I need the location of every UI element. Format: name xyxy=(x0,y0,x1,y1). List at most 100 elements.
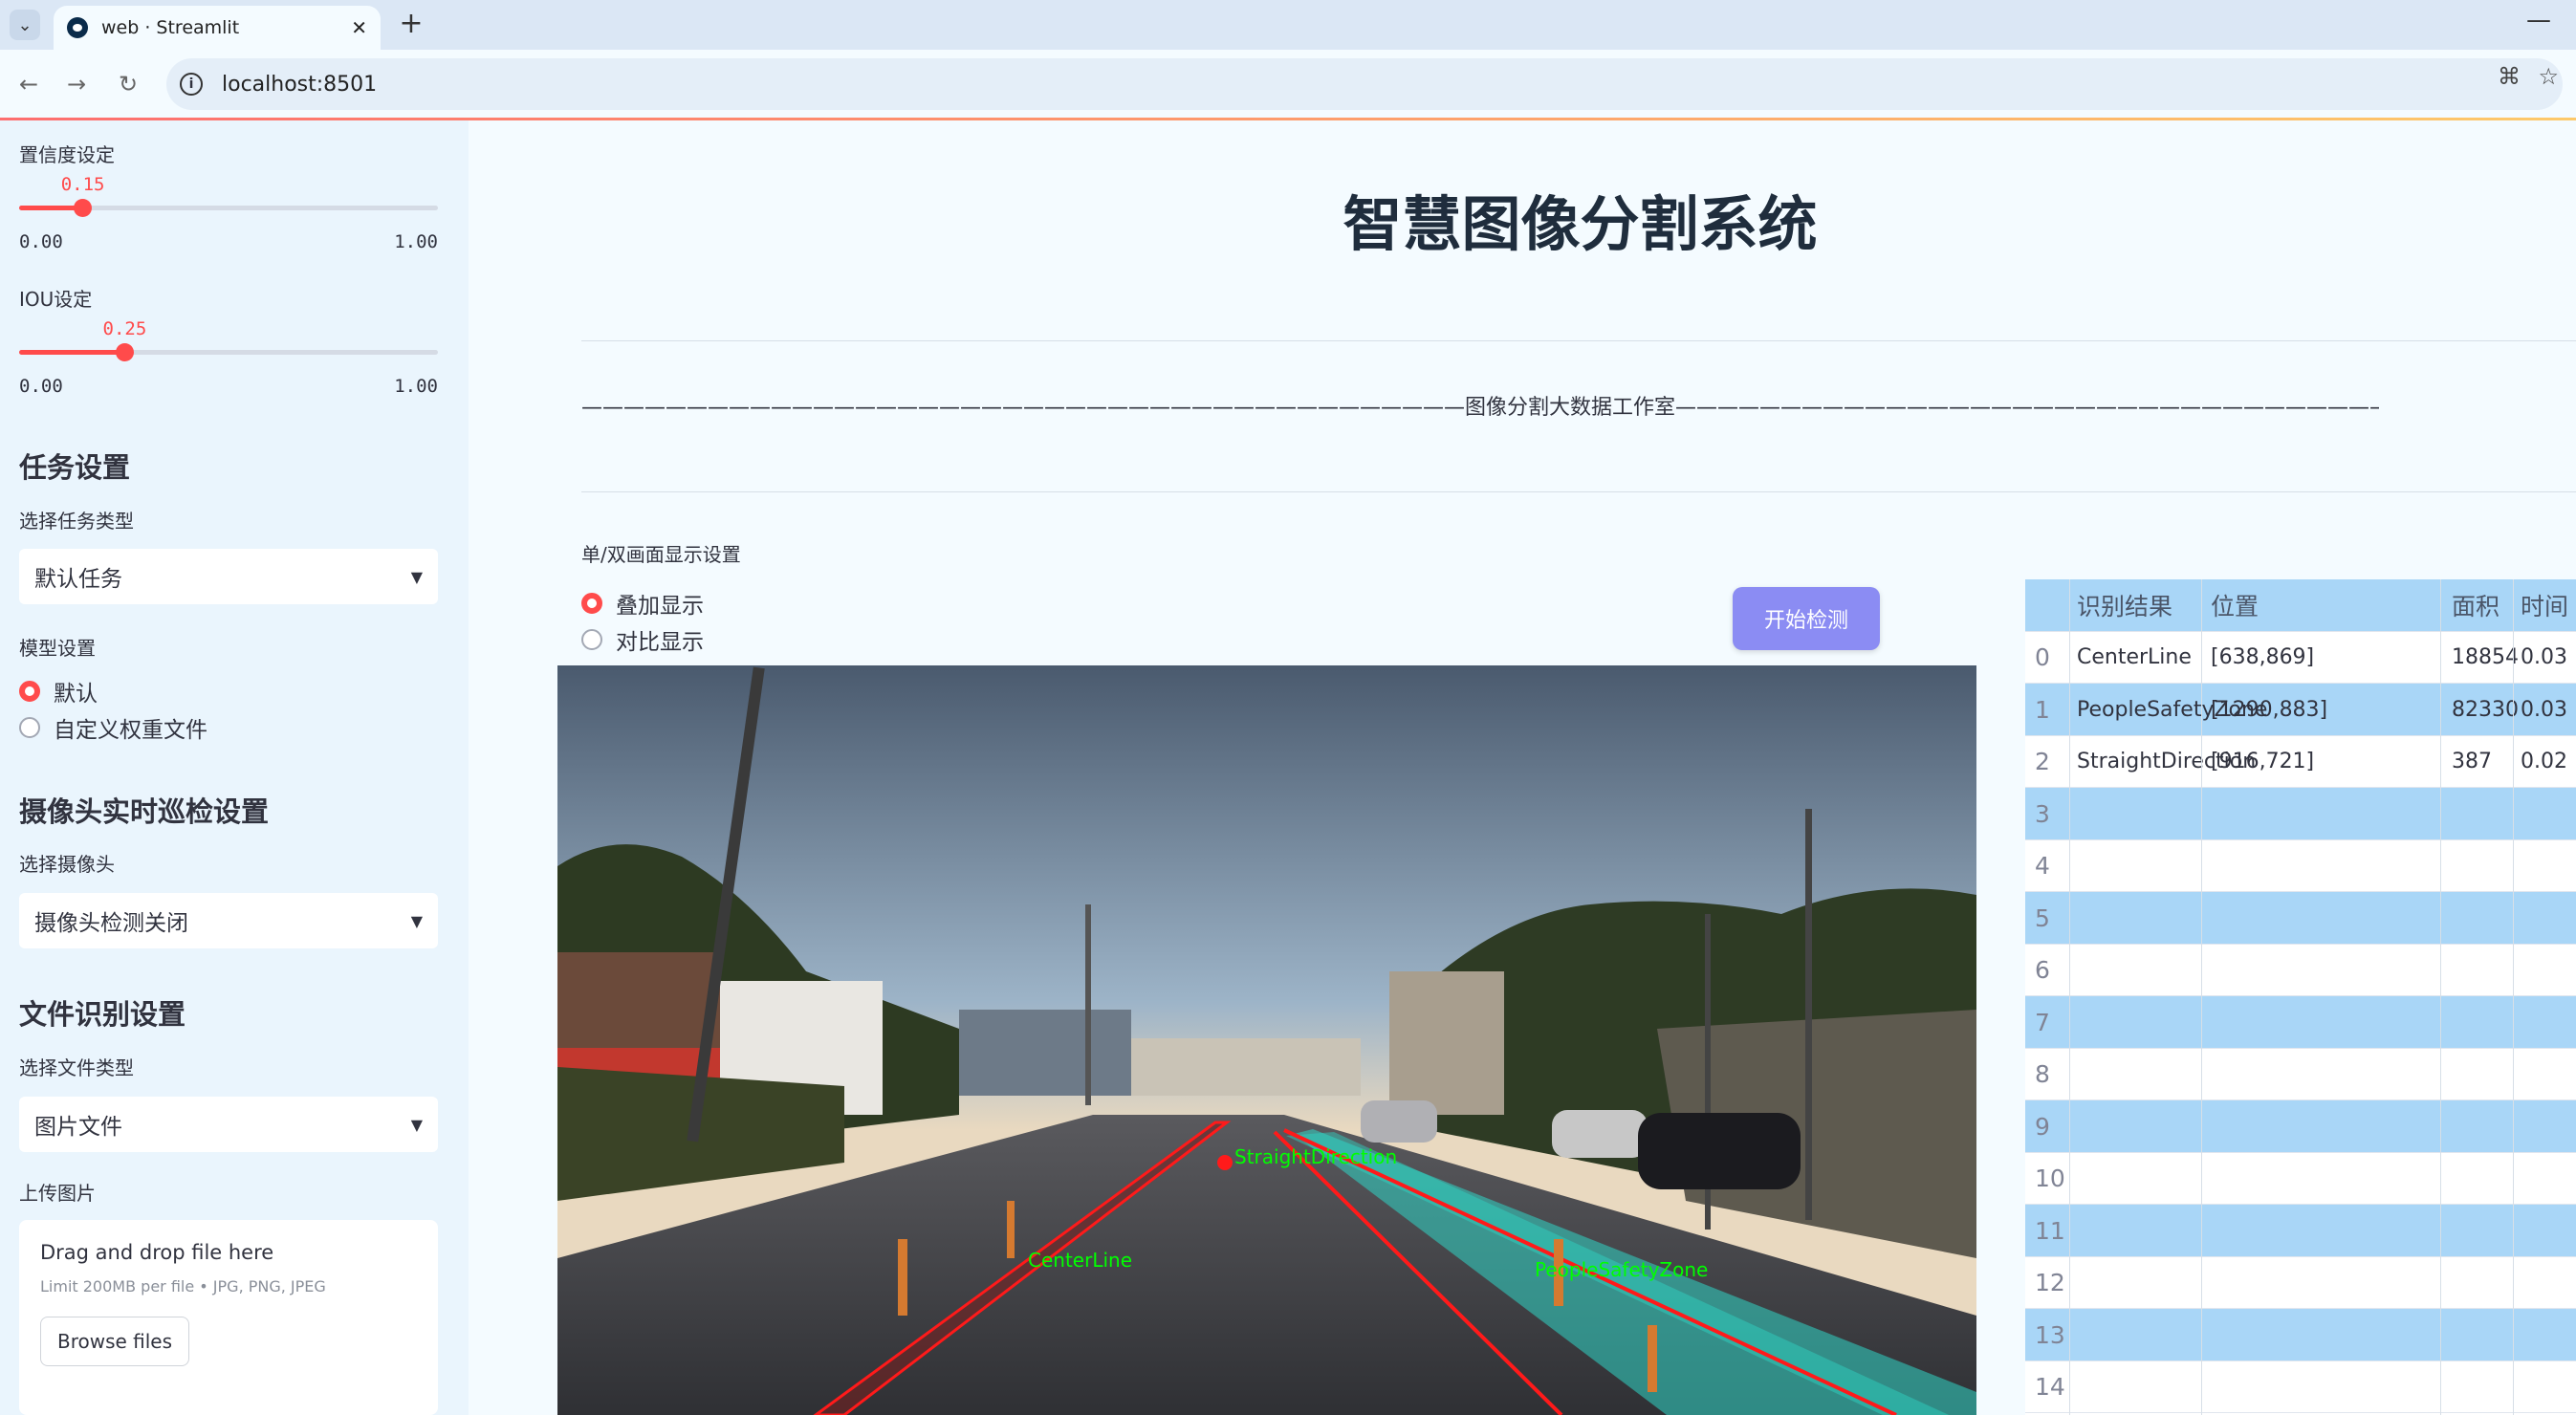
confidence-slider[interactable]: 0.15 0.00 1.00 xyxy=(19,174,438,270)
distant-buildings xyxy=(1131,1038,1361,1096)
confidence-label: 置信度设定 xyxy=(19,143,115,166)
file-type-select[interactable]: 图片文件 ▼ xyxy=(19,1097,438,1152)
table-row[interactable]: 2 StraightDirection [916,721] 387 0.02 xyxy=(2025,736,2576,788)
url-text[interactable]: localhost:8501 xyxy=(222,73,377,97)
table-row[interactable]: 4 xyxy=(2025,840,2576,892)
reload-icon[interactable]: ↻ xyxy=(111,67,145,101)
iou-slider[interactable]: 0.25 0.00 1.00 xyxy=(19,318,438,414)
dropzone-title: Drag and drop file here xyxy=(40,1241,274,1264)
iou-slider-thumb[interactable] xyxy=(115,343,134,361)
iou-label: IOU设定 xyxy=(19,288,93,311)
iou-value: 0.25 xyxy=(102,318,147,339)
window-minimize-icon[interactable]: — xyxy=(2526,6,2551,34)
dropzone-limit-text: Limit 200MB per file • JPG, PNG, JPEG xyxy=(40,1277,326,1295)
header-result[interactable]: 识别结果 xyxy=(2077,579,2172,632)
bookmark-star-icon[interactable]: ☆ xyxy=(2538,63,2559,90)
column-separator xyxy=(2069,579,2070,1415)
results-table[interactable]: 识别结果 位置 面积 时间 0 CenterLine [638,869] 18854 0… xyxy=(2025,579,2576,1415)
browse-files-button[interactable]: Browse files xyxy=(40,1317,189,1366)
cell-result: CenterLine xyxy=(2077,645,2192,670)
confidence-min: 0.00 xyxy=(19,231,63,252)
radio-selected-icon[interactable] xyxy=(19,681,40,702)
display-option-overlay[interactable]: 叠加显示 xyxy=(581,587,704,620)
cell-time: 0.03 xyxy=(2521,697,2567,722)
model-option-label: 默认 xyxy=(54,682,98,707)
row-index: 5 xyxy=(2035,903,2050,932)
model-option-custom-weights[interactable]: 自定义权重文件 xyxy=(19,711,207,744)
row-index: 2 xyxy=(2035,748,2050,776)
table-row[interactable]: 9 xyxy=(2025,1100,2576,1153)
table-row[interactable]: 7 xyxy=(2025,996,2576,1049)
table-row[interactable]: 13 xyxy=(2025,1309,2576,1361)
chevron-down-icon: ▼ xyxy=(410,1115,423,1134)
confidence-slider-thumb[interactable] xyxy=(73,199,92,217)
iou-slider-track[interactable] xyxy=(19,343,438,361)
site-info-icon[interactable]: i xyxy=(180,73,203,96)
row-index: 12 xyxy=(2035,1269,2065,1297)
radio-selected-icon[interactable] xyxy=(581,593,602,614)
cell-position: [1290,883] xyxy=(2211,697,2328,722)
table-row[interactable]: 6 xyxy=(2025,945,2576,996)
confidence-slider-track[interactable] xyxy=(19,199,438,217)
cell-position: [638,869] xyxy=(2211,645,2315,670)
table-row[interactable]: 1 PeopleSafetyZone [1290,883] 82330 0.03 xyxy=(2025,684,2576,736)
solar-roof xyxy=(959,1010,1131,1096)
cell-time: 0.02 xyxy=(2521,750,2567,774)
iou-slider-fill xyxy=(19,350,124,355)
translate-icon[interactable]: ⌘ xyxy=(2498,63,2521,90)
model-settings-label: 模型设置 xyxy=(19,637,96,660)
camera-select[interactable]: 摄像头检测关闭 ▼ xyxy=(19,893,438,948)
confidence-slider-fill xyxy=(19,206,82,210)
street-scene-svg: StraightDirection CenterLine PeopleSafet… xyxy=(557,665,1976,1415)
table-row[interactable]: 11 xyxy=(2025,1205,2576,1257)
file-dropzone[interactable]: Drag and drop file here Limit 200MB per … xyxy=(19,1220,438,1415)
row-index: 9 xyxy=(2035,1112,2050,1141)
header-time[interactable]: 时间 xyxy=(2521,579,2568,632)
cell-time: 0.03 xyxy=(2521,645,2567,670)
camera-settings-heading: 摄像头实时巡检设置 xyxy=(19,795,270,828)
table-row[interactable]: 10 xyxy=(2025,1153,2576,1205)
back-arrow-icon[interactable]: ← xyxy=(11,67,46,101)
header-position[interactable]: 位置 xyxy=(2211,579,2259,632)
header-area[interactable]: 面积 xyxy=(2452,579,2500,632)
parked-car xyxy=(1638,1113,1801,1189)
start-detection-button[interactable]: 开始检测 xyxy=(1733,587,1880,650)
task-type-select[interactable]: 默认任务 ▼ xyxy=(19,549,438,604)
confidence-value: 0.15 xyxy=(60,174,105,195)
display-option-compare[interactable]: 对比显示 xyxy=(581,623,704,656)
bollard xyxy=(1648,1325,1657,1392)
chevron-down-icon: ▼ xyxy=(410,567,423,586)
row-index: 10 xyxy=(2035,1165,2065,1193)
browser-tab[interactable]: web · Streamlit ✕ xyxy=(54,6,381,50)
chevron-down-icon: ▼ xyxy=(410,911,423,930)
row-index: 4 xyxy=(2035,852,2050,881)
table-row[interactable]: 0 CenterLine [638,869] 18854 0.03 xyxy=(2025,632,2576,684)
tab-close-icon[interactable]: ✕ xyxy=(351,16,367,39)
model-option-default[interactable]: 默认 xyxy=(19,675,98,708)
parked-car xyxy=(1361,1100,1437,1143)
table-row[interactable]: 12 xyxy=(2025,1257,2576,1309)
display-option-label: 对比显示 xyxy=(616,630,704,655)
table-row[interactable]: 14 xyxy=(2025,1361,2576,1413)
table-header-row: 识别结果 位置 面积 时间 xyxy=(2025,579,2576,632)
forward-arrow-icon[interactable]: → xyxy=(59,67,94,101)
radio-unselected-icon[interactable] xyxy=(581,629,602,650)
url-field[interactable]: i localhost:8501 xyxy=(166,58,2563,110)
tab-search-chevron-icon[interactable]: ⌄ xyxy=(10,10,40,40)
tab-title: web · Streamlit xyxy=(101,17,240,38)
task-type-value: 默认任务 xyxy=(34,567,122,592)
radio-unselected-icon[interactable] xyxy=(19,717,40,738)
people-safety-zone-label: PeopleSafetyZone xyxy=(1535,1258,1708,1281)
studio-banner: ————————————————————————————————————————… xyxy=(581,396,2379,420)
iou-min: 0.00 xyxy=(19,376,63,397)
table-row[interactable]: 8 xyxy=(2025,1049,2576,1100)
center-line-label: CenterLine xyxy=(1028,1249,1132,1272)
model-option-label: 自定义权重文件 xyxy=(54,718,207,743)
file-type-label: 选择文件类型 xyxy=(19,1056,134,1079)
straight-direction-marker xyxy=(1217,1155,1233,1170)
table-row[interactable]: 5 xyxy=(2025,892,2576,945)
table-row[interactable]: 3 xyxy=(2025,788,2576,840)
new-tab-plus-icon[interactable]: + xyxy=(394,8,428,42)
cell-area: 82330 xyxy=(2452,697,2519,722)
file-type-value: 图片文件 xyxy=(34,1115,122,1140)
